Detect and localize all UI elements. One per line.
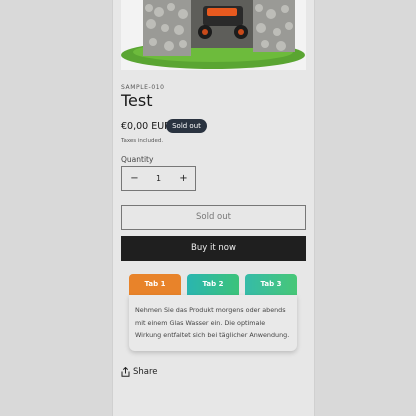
quantity-increase-button[interactable]: + [172,167,195,190]
sold-out-badge: Sold out [166,119,207,133]
buy-now-button[interactable]: Buy it now [121,236,306,261]
product-card: SAMPLE-010 Test €0,00 EUR Sold out Taxes… [112,0,315,416]
share-label: Share [133,367,158,377]
share-icon [121,367,130,377]
quantity-decrease-button[interactable]: − [122,167,147,190]
tab-1[interactable]: Tab 1 [129,274,181,295]
quantity-input[interactable]: 1 [147,167,170,190]
tab-2[interactable]: Tab 2 [187,274,239,295]
tax-note: Taxes included. [121,138,164,144]
sold-out-button[interactable]: Sold out [121,205,306,230]
product-sku: SAMPLE-010 [121,84,165,91]
tab-content: Nehmen Sie das Produkt morgens oder aben… [129,295,297,351]
product-title: Test [121,91,153,110]
quantity-stepper: − 1 + [121,166,196,191]
tab-3[interactable]: Tab 3 [245,274,297,295]
product-image[interactable] [121,0,306,70]
product-price: €0,00 EUR [121,121,171,132]
quantity-label: Quantity [121,155,154,164]
